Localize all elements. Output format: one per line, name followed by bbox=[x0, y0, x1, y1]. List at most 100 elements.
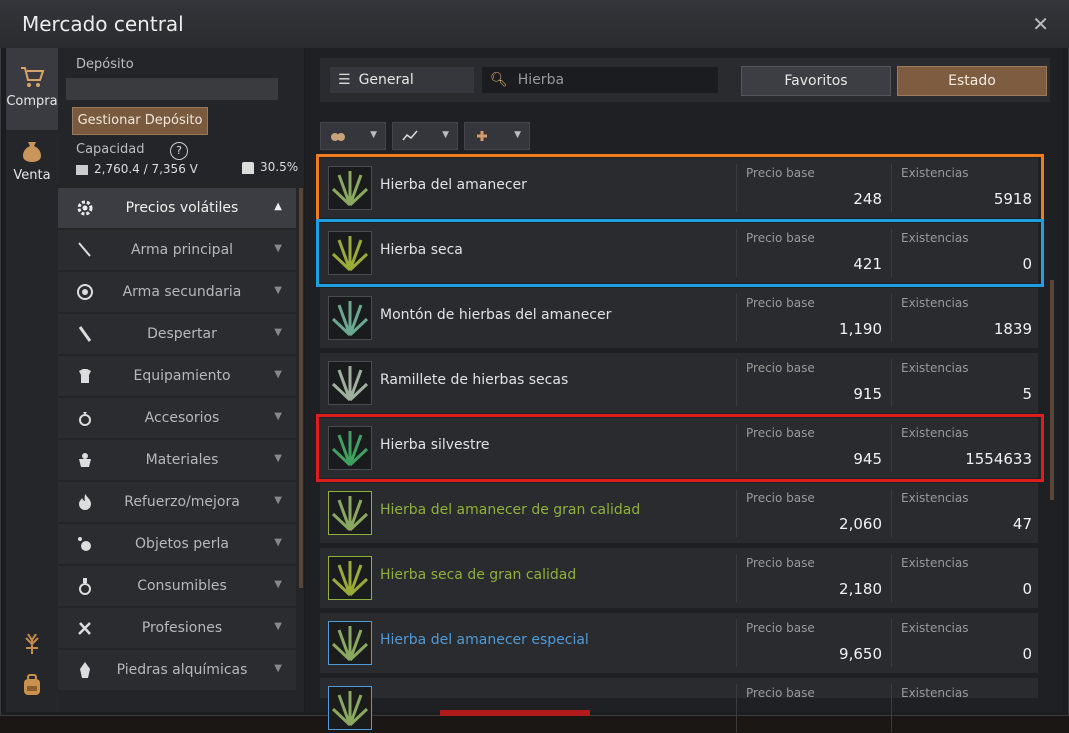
stock-header: Existencias bbox=[901, 296, 969, 310]
divider bbox=[891, 229, 892, 277]
stock-value: 0 bbox=[1022, 580, 1032, 598]
category-accessories[interactable]: Accesorios ▼ bbox=[58, 398, 296, 438]
divider bbox=[891, 489, 892, 537]
category-label: Accesorios bbox=[144, 410, 220, 426]
price-header: Precio base bbox=[746, 556, 815, 570]
category-secondary-weapon[interactable]: Arma secundaria ▼ bbox=[58, 272, 296, 312]
sidebar-scrollbar[interactable] bbox=[299, 188, 303, 588]
category-list: Precios volátiles ▲ Arma principal ▼ Arm… bbox=[58, 188, 296, 692]
window-title: Mercado central bbox=[22, 12, 184, 36]
manage-deposit-button[interactable]: Gestionar Depósito bbox=[72, 107, 208, 135]
divider bbox=[891, 424, 892, 472]
list-scrollbar[interactable] bbox=[1050, 280, 1054, 500]
price-header: Precio base bbox=[746, 426, 815, 440]
armor-icon bbox=[79, 369, 91, 383]
stock-header: Existencias bbox=[901, 686, 969, 700]
ore-icon bbox=[79, 453, 91, 467]
cart-icon bbox=[21, 67, 45, 87]
deposit-label: Depósito bbox=[76, 57, 134, 72]
category-pearl-items[interactable]: Objetos perla ▼ bbox=[58, 524, 296, 564]
category-alchemy-stones[interactable]: Piedras alquímicas ▼ bbox=[58, 650, 296, 690]
backpack-icon[interactable] bbox=[19, 672, 45, 698]
dropdown-arrow-icon: ▼ bbox=[442, 130, 449, 140]
stock-header: Existencias bbox=[901, 621, 969, 635]
divider bbox=[736, 294, 737, 342]
divider bbox=[736, 489, 737, 537]
divider bbox=[891, 294, 892, 342]
trend-filter-dropdown[interactable]: ▼ bbox=[392, 122, 458, 150]
flame-icon bbox=[79, 494, 91, 510]
stock-value: 0 bbox=[1022, 645, 1032, 663]
category-label: Arma secundaria bbox=[122, 284, 242, 300]
herb-icon bbox=[328, 426, 372, 470]
item-row[interactable]: Precio base Existencias bbox=[320, 678, 1038, 732]
help-icon[interactable]: ? bbox=[170, 142, 188, 160]
item-row[interactable]: Hierba silvestre Precio base 945 Existencia… bbox=[320, 418, 1038, 478]
category-awakening[interactable]: Despertar ▼ bbox=[58, 314, 296, 354]
chevron-up-icon: ▲ bbox=[274, 201, 282, 212]
price-value: 421 bbox=[853, 255, 882, 273]
mode-rail: Compra Venta bbox=[6, 48, 58, 712]
stock-value: 47 bbox=[1012, 515, 1032, 533]
buy-tab[interactable]: Compra bbox=[6, 48, 58, 130]
divider bbox=[736, 619, 737, 667]
sell-tab-label: Venta bbox=[13, 168, 51, 183]
stock-value: 1554633 bbox=[965, 450, 1032, 468]
item-name: Hierba seca bbox=[380, 242, 463, 258]
stone-icon bbox=[80, 662, 90, 678]
add-filter-dropdown[interactable]: ▼ bbox=[464, 122, 530, 150]
tree-icon[interactable] bbox=[19, 630, 45, 656]
deposit-select[interactable] bbox=[66, 78, 278, 100]
category-label: Piedras alquímicas bbox=[116, 662, 248, 678]
chevron-down-icon: ▼ bbox=[274, 327, 282, 338]
sidebar: Depósito Gestionar Depósito Capacidad ? … bbox=[58, 48, 304, 712]
item-row[interactable]: Montón de hierbas del amanecer Precio bas… bbox=[320, 288, 1038, 348]
search-input[interactable]: 🔍︎ Hierba bbox=[482, 67, 718, 93]
category-label: Despertar bbox=[147, 326, 217, 342]
price-header: Precio base bbox=[746, 231, 815, 245]
item-row[interactable]: Hierba del amanecer especial Precio base 9… bbox=[320, 613, 1038, 673]
item-row[interactable]: Ramillete de hierbas secas Precio base 915… bbox=[320, 353, 1038, 413]
chevron-down-icon: ▼ bbox=[274, 243, 282, 254]
capacity-value: 2,760.4 / 7,356 V bbox=[76, 162, 198, 176]
stock-header: Existencias bbox=[901, 491, 969, 505]
trend-icon bbox=[402, 130, 418, 141]
item-row[interactable]: Hierba del amanecer de gran calidad Preci… bbox=[320, 483, 1038, 543]
category-volatile-prices[interactable]: Precios volátiles ▲ bbox=[58, 188, 296, 228]
category-enhancement[interactable]: Refuerzo/mejora ▼ bbox=[58, 482, 296, 522]
list-icon: ☰ bbox=[338, 72, 351, 88]
category-label: Consumibles bbox=[137, 578, 227, 594]
price-value: 915 bbox=[853, 385, 882, 403]
divider bbox=[891, 359, 892, 407]
item-row[interactable]: Hierba seca Precio base 421 Existencias 0 bbox=[320, 223, 1038, 283]
category-label: Arma principal bbox=[130, 242, 234, 258]
bottom-strip bbox=[440, 710, 590, 716]
category-equipment[interactable]: Equipamiento ▼ bbox=[58, 356, 296, 396]
stock-header: Existencias bbox=[901, 556, 969, 570]
general-filter-button[interactable]: ☰ General bbox=[330, 67, 474, 93]
price-value: 2,180 bbox=[839, 580, 882, 598]
item-row[interactable]: Hierba seca de gran calidad Precio base 2,… bbox=[320, 548, 1038, 608]
category-main-weapon[interactable]: Arma principal ▼ bbox=[58, 230, 296, 270]
chevron-down-icon: ▼ bbox=[274, 369, 282, 380]
divider bbox=[891, 164, 892, 212]
tools-icon bbox=[78, 622, 91, 635]
bag-filter-dropdown[interactable]: ▼ bbox=[320, 122, 386, 150]
item-name: Hierba del amanecer especial bbox=[380, 632, 589, 648]
sell-tab[interactable]: Venta bbox=[6, 138, 58, 208]
divider bbox=[736, 554, 737, 602]
close-button[interactable]: ✕ bbox=[1032, 12, 1049, 36]
money-bag-icon bbox=[23, 142, 41, 162]
status-button[interactable]: Estado bbox=[897, 66, 1047, 96]
stock-header: Existencias bbox=[901, 426, 969, 440]
favorites-button[interactable]: Favoritos bbox=[741, 66, 891, 96]
chevron-down-icon: ▼ bbox=[274, 495, 282, 506]
category-consumables[interactable]: Consumibles ▼ bbox=[58, 566, 296, 606]
item-row[interactable]: Hierba del amanecer Precio base 248 Existen… bbox=[320, 158, 1038, 218]
divider bbox=[736, 229, 737, 277]
category-materials[interactable]: Materiales ▼ bbox=[58, 440, 296, 480]
stock-value: 5 bbox=[1022, 385, 1032, 403]
herb-icon bbox=[328, 231, 372, 275]
category-professions[interactable]: Profesiones ▼ bbox=[58, 608, 296, 648]
warehouse-icon bbox=[76, 164, 88, 175]
